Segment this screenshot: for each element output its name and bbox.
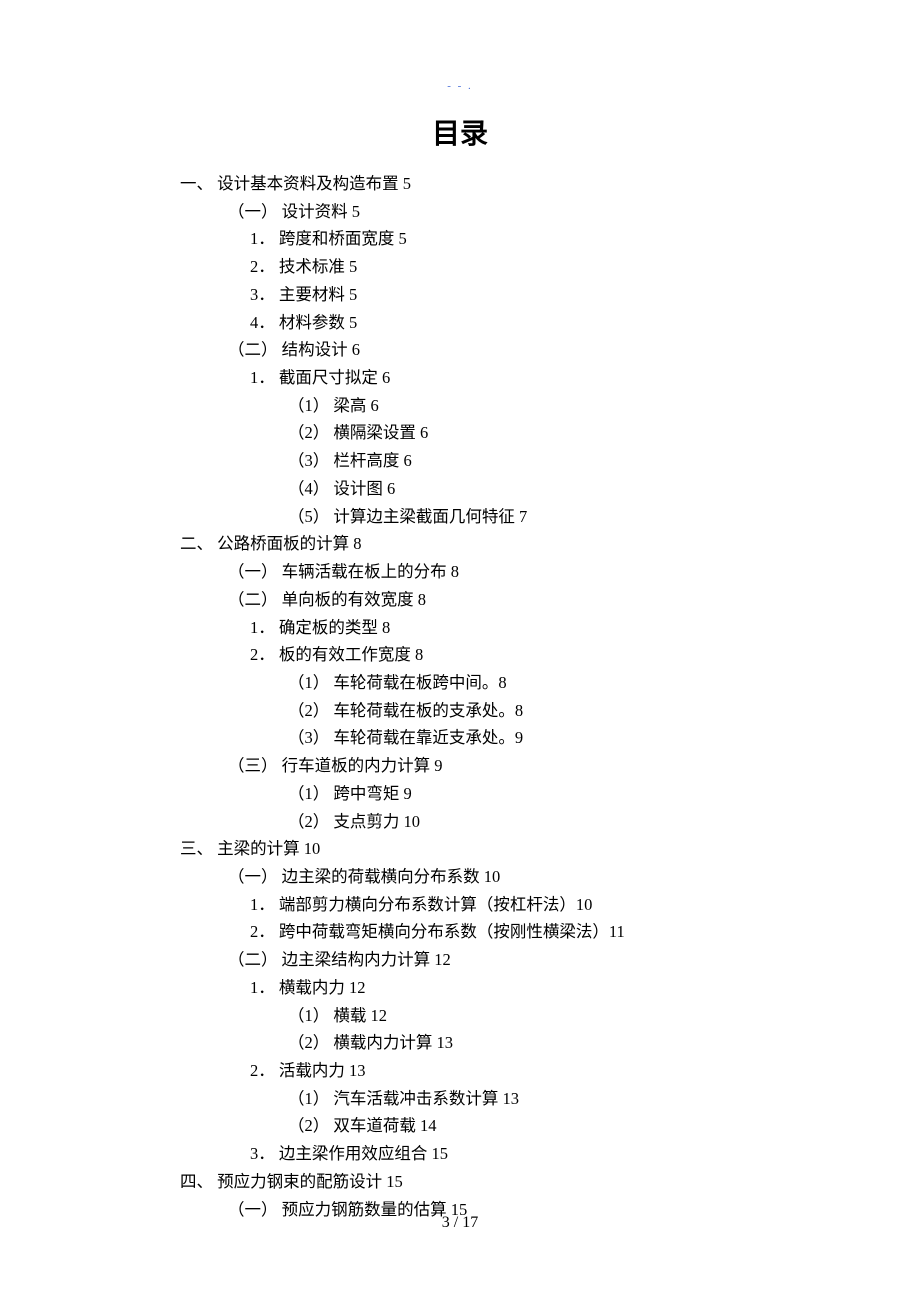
toc-entry: （1） 梁高 6 xyxy=(288,392,820,420)
toc-entry: 1． 横载内力 12 xyxy=(250,974,820,1002)
toc-entry: 二、 公路桥面板的计算 8 xyxy=(180,530,820,558)
toc-entry: （1） 车轮荷载在板跨中间。8 xyxy=(288,669,820,697)
header-watermark: - - . xyxy=(100,80,820,92)
toc-entry: 1． 跨度和桥面宽度 5 xyxy=(250,225,820,253)
toc-entry: （2） 支点剪力 10 xyxy=(288,808,820,836)
table-of-contents: 一、 设计基本资料及构造布置 5（一） 设计资料 51． 跨度和桥面宽度 52．… xyxy=(100,170,820,1223)
toc-entry: （一） 设计资料 5 xyxy=(228,198,820,226)
toc-entry: （1） 横载 12 xyxy=(288,1002,820,1030)
toc-entry: 三、 主梁的计算 10 xyxy=(180,835,820,863)
toc-entry: （二） 单向板的有效宽度 8 xyxy=(228,586,820,614)
toc-entry: 3． 边主梁作用效应组合 15 xyxy=(250,1140,820,1168)
toc-entry: 3． 主要材料 5 xyxy=(250,281,820,309)
toc-entry: （二） 边主梁结构内力计算 12 xyxy=(228,946,820,974)
page-number: 3 / 17 xyxy=(0,1214,920,1232)
toc-entry: （1） 汽车活载冲击系数计算 13 xyxy=(288,1085,820,1113)
toc-entry: （3） 栏杆高度 6 xyxy=(288,447,820,475)
toc-entry: （3） 车轮荷载在靠近支承处。9 xyxy=(288,724,820,752)
toc-entry: 2． 板的有效工作宽度 8 xyxy=(250,641,820,669)
toc-title: 目录 xyxy=(100,112,820,152)
toc-entry: 2． 技术标准 5 xyxy=(250,253,820,281)
toc-entry: （4） 设计图 6 xyxy=(288,475,820,503)
toc-entry: （2） 车轮荷载在板的支承处。8 xyxy=(288,697,820,725)
toc-entry: （2） 双车道荷载 14 xyxy=(288,1112,820,1140)
toc-entry: （2） 横载内力计算 13 xyxy=(288,1029,820,1057)
toc-entry: （三） 行车道板的内力计算 9 xyxy=(228,752,820,780)
toc-entry: （2） 横隔梁设置 6 xyxy=(288,419,820,447)
toc-entry: 2． 跨中荷载弯矩横向分布系数（按刚性横梁法）11 xyxy=(250,918,820,946)
toc-entry: （二） 结构设计 6 xyxy=(228,336,820,364)
toc-entry: （一） 边主梁的荷载横向分布系数 10 xyxy=(228,863,820,891)
toc-entry: 1． 端部剪力横向分布系数计算（按杠杆法）10 xyxy=(250,891,820,919)
toc-entry: （1） 跨中弯矩 9 xyxy=(288,780,820,808)
toc-entry: 4． 材料参数 5 xyxy=(250,309,820,337)
toc-entry: 1． 确定板的类型 8 xyxy=(250,614,820,642)
toc-entry: 2． 活载内力 13 xyxy=(250,1057,820,1085)
toc-entry: 一、 设计基本资料及构造布置 5 xyxy=(180,170,820,198)
toc-entry: 四、 预应力钢束的配筋设计 15 xyxy=(180,1168,820,1196)
toc-entry: （5） 计算边主梁截面几何特征 7 xyxy=(288,503,820,531)
toc-entry: 1． 截面尺寸拟定 6 xyxy=(250,364,820,392)
toc-entry: （一） 车辆活载在板上的分布 8 xyxy=(228,558,820,586)
